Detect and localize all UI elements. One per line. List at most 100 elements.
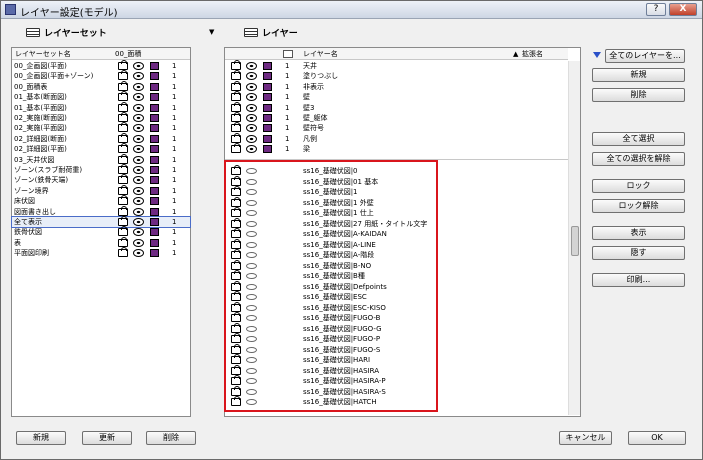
lock-icon[interactable] (118, 60, 128, 70)
lock-icon[interactable] (231, 270, 241, 280)
list-item[interactable]: 全て表示 1 (11, 216, 191, 228)
table-row[interactable]: 1 壁符号 (225, 122, 568, 133)
wireframe-icon[interactable] (150, 93, 159, 102)
wireframe-icon[interactable] (150, 72, 159, 81)
print-button[interactable]: 印刷... (592, 273, 685, 287)
wireframe-icon[interactable] (150, 124, 159, 133)
list-item[interactable]: ゾーン(鉄骨天端) 1 (12, 174, 190, 185)
eye-closed-icon[interactable] (246, 178, 257, 185)
eye-closed-icon[interactable] (246, 294, 257, 300)
eye-closed-icon[interactable] (246, 241, 257, 248)
lock-icon[interactable] (118, 80, 128, 91)
list-item[interactable]: 床伏図 1 (12, 195, 190, 206)
eye-icon[interactable] (133, 238, 144, 247)
eye-icon[interactable] (133, 166, 144, 174)
eye-closed-icon[interactable] (246, 231, 257, 237)
table-row[interactable]: ss16_基礎伏図|1 仕上 (225, 207, 568, 218)
table-row[interactable]: ss16_基礎伏図|B種 (225, 270, 568, 281)
eye-closed-icon[interactable] (246, 189, 257, 195)
list-item[interactable]: 01_基本(断面図) 1 (12, 91, 190, 102)
lock-icon[interactable] (118, 101, 128, 112)
eye-closed-icon[interactable] (246, 304, 257, 311)
chevron-down-icon[interactable]: ▼ (209, 28, 214, 36)
table-row[interactable]: ss16_基礎伏図|HASIRA-S (225, 385, 568, 397)
list-item[interactable]: 00_面積表 1 (12, 80, 190, 92)
list-item[interactable]: 02_詳細図(平面) 1 (12, 143, 190, 154)
wireframe-icon[interactable] (150, 166, 159, 174)
eye-icon[interactable] (133, 145, 144, 154)
eye-icon[interactable] (133, 218, 144, 226)
table-row[interactable]: ss16_基礎伏図|HASIRA-P (225, 375, 568, 386)
eye-icon[interactable] (246, 114, 257, 122)
eye-closed-icon[interactable] (246, 325, 257, 332)
lock-column-icon[interactable] (283, 50, 293, 58)
list-item[interactable]: 鉄骨伏図 1 (12, 226, 190, 237)
lock-icon[interactable] (231, 175, 241, 186)
eye-closed-icon[interactable] (246, 199, 257, 206)
table-row[interactable]: ss16_基礎伏図|01 基本 (225, 175, 568, 187)
eye-closed-icon[interactable] (246, 388, 257, 395)
eye-icon[interactable] (133, 155, 144, 164)
wireframe-icon[interactable] (150, 218, 159, 226)
eye-icon[interactable] (246, 103, 257, 112)
lock-icon[interactable] (231, 301, 241, 312)
column-layer-set-name[interactable]: レイヤーセット名 (15, 48, 71, 60)
lock-icon[interactable] (118, 70, 128, 81)
lock-icon[interactable] (231, 60, 241, 70)
deselect-all-button[interactable]: 全ての選択を解除 (592, 152, 685, 166)
table-row[interactable]: 1 凡例 (225, 132, 568, 144)
wireframe-icon[interactable] (150, 103, 159, 112)
eye-closed-icon[interactable] (246, 220, 257, 227)
table-row[interactable]: ss16_基礎伏図|FUGO-P (225, 333, 568, 344)
eye-closed-icon[interactable] (246, 273, 257, 279)
sort-icon[interactable]: ▲ (513, 48, 518, 60)
lock-button[interactable]: ロック (592, 179, 685, 193)
lock-icon[interactable] (118, 195, 128, 206)
wireframe-icon[interactable] (150, 114, 159, 122)
lock-icon[interactable] (231, 343, 241, 354)
list-item[interactable]: 02_実施(断面図) 1 (12, 112, 190, 123)
layer-list[interactable]: レイヤー名 ▲ 拡張名 1 天井 1 塗りつぶし 1 非表示 1 壁 1 壁3 1 壁_躯体 1 壁符号 1… (224, 47, 581, 417)
wireframe-icon[interactable] (150, 228, 159, 237)
table-row[interactable]: 1 壁3 (225, 101, 568, 113)
table-row[interactable]: 1梁 (225, 143, 568, 154)
lock-icon[interactable] (118, 247, 128, 258)
eye-icon[interactable] (133, 82, 144, 91)
hide-button[interactable]: 隠す (592, 246, 685, 260)
table-row[interactable]: ss16_基礎伏図|A-LINE (225, 238, 568, 250)
wireframe-icon[interactable] (263, 72, 272, 81)
column-layer-name[interactable]: レイヤー名 (303, 48, 338, 60)
eye-icon[interactable] (133, 72, 144, 81)
eye-icon[interactable] (246, 72, 257, 81)
lock-icon[interactable] (231, 396, 241, 406)
wireframe-icon[interactable] (263, 134, 272, 143)
list-item[interactable]: ゾーン(スラブ耐荷重) 1 (12, 164, 190, 175)
new-layer-button[interactable]: 新規 (592, 68, 685, 82)
lock-icon[interactable] (231, 132, 241, 143)
lock-icon[interactable] (118, 91, 128, 102)
wireframe-icon[interactable] (150, 62, 159, 70)
lock-icon[interactable] (118, 226, 128, 237)
wireframe-icon[interactable] (150, 186, 159, 195)
lock-icon[interactable] (118, 216, 128, 226)
wireframe-icon[interactable] (263, 82, 272, 91)
wireframe-icon[interactable] (150, 155, 159, 164)
list-item[interactable]: 02_実施(平面図) 1 (12, 122, 190, 133)
lock-icon[interactable] (231, 354, 241, 364)
wireframe-icon[interactable] (263, 62, 272, 70)
update-layer-set-button[interactable]: 更新 (82, 431, 132, 445)
eye-icon[interactable] (246, 62, 257, 70)
lock-icon[interactable] (231, 91, 241, 102)
eye-closed-icon[interactable] (246, 378, 257, 384)
lock-icon[interactable] (231, 312, 241, 322)
eye-icon[interactable] (133, 186, 144, 195)
select-all-button[interactable]: 全て選択 (592, 132, 685, 146)
table-row[interactable]: 1 壁_躯体 (225, 112, 568, 123)
table-row[interactable]: ss16_基礎伏図|0 (225, 165, 568, 176)
wireframe-icon[interactable] (263, 93, 272, 102)
lock-icon[interactable] (231, 165, 241, 175)
lock-icon[interactable] (231, 385, 241, 396)
lock-icon[interactable] (231, 80, 241, 91)
table-row[interactable]: 1 天井 (225, 60, 568, 71)
wireframe-icon[interactable] (150, 238, 159, 247)
